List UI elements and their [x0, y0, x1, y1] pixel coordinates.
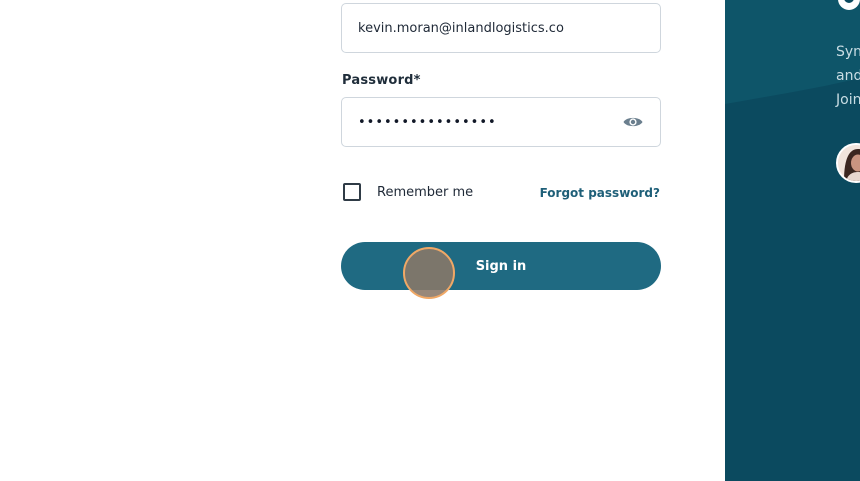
panel-text: Syn and Join [836, 40, 860, 112]
avatar-photo-icon [838, 145, 860, 181]
remember-me-checkbox[interactable] [343, 183, 361, 201]
password-field [341, 97, 661, 147]
side-panel: Syn and Join [725, 0, 860, 481]
panel-text-line: and [836, 68, 860, 84]
email-input[interactable] [341, 3, 661, 53]
panel-text-line: Syn [836, 44, 860, 60]
password-label: Password* [342, 73, 421, 88]
password-input[interactable] [342, 98, 612, 146]
panel-text-line: Join [836, 92, 860, 108]
forgot-password-link[interactable]: Forgot password? [540, 186, 660, 200]
sign-in-button[interactable]: Sign in [341, 242, 661, 290]
eye-icon[interactable] [622, 113, 644, 131]
remember-me-label: Remember me [377, 185, 474, 200]
